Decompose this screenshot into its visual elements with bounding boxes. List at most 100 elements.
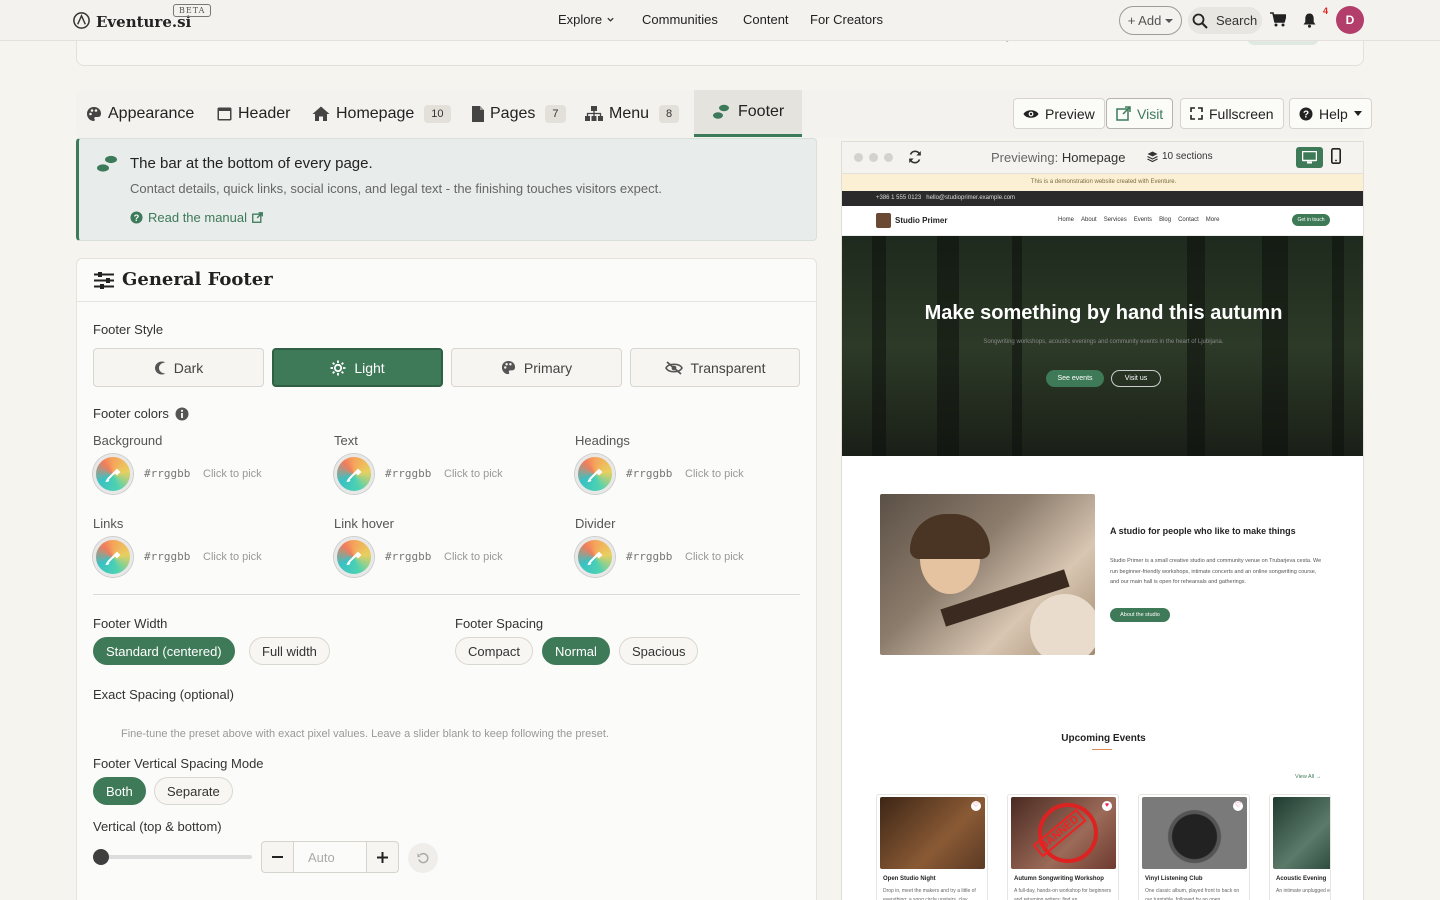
color-link-hover-pick[interactable]: Click to pick bbox=[444, 551, 503, 563]
color-text-hex[interactable]: #rrggbb bbox=[385, 467, 431, 480]
width-full-button[interactable]: Full width bbox=[249, 637, 330, 665]
footer-info-card: The bar at the bottom of every page. Con… bbox=[76, 138, 817, 241]
event-card[interactable]: ♡ Vinyl Listening Club One classic album… bbox=[1138, 794, 1250, 900]
event-title: Acoustic Evening bbox=[1276, 876, 1327, 882]
visit-us-button[interactable]: Visit us bbox=[1111, 370, 1161, 387]
decrement-button[interactable] bbox=[262, 842, 293, 872]
reset-button[interactable] bbox=[408, 843, 438, 873]
read-manual-link[interactable]: ? Read the manual bbox=[130, 210, 263, 225]
tab-pages-label: Pages bbox=[490, 104, 536, 122]
mobile-view-button[interactable] bbox=[1331, 148, 1341, 164]
color-divider-hex[interactable]: #rrggbb bbox=[626, 550, 672, 563]
color-headings-pick[interactable]: Click to pick bbox=[685, 468, 744, 480]
help-button[interactable]: ? Help bbox=[1289, 98, 1372, 129]
view-all-link[interactable]: View All → bbox=[1295, 774, 1321, 780]
about-button[interactable]: About the studio bbox=[1110, 608, 1170, 622]
card-header: General Footer bbox=[77, 259, 816, 302]
sitemap-icon bbox=[585, 106, 603, 121]
nav-communities[interactable]: Communities bbox=[642, 12, 718, 27]
minus-icon bbox=[272, 856, 283, 858]
style-transparent-label: Transparent bbox=[690, 359, 766, 376]
spacing-compact-button[interactable]: Compact bbox=[455, 637, 534, 665]
heart-icon[interactable]: ♥ bbox=[1102, 801, 1112, 811]
site-menu-item[interactable]: Services bbox=[1104, 217, 1127, 223]
about-image bbox=[880, 494, 1095, 655]
site-menu-item[interactable]: Blog bbox=[1159, 217, 1171, 223]
color-background-pick[interactable]: Click to pick bbox=[203, 468, 262, 480]
hero-section: Make something by hand this autumn Songw… bbox=[842, 236, 1363, 456]
tab-appearance[interactable]: Appearance bbox=[86, 90, 194, 137]
window-dot-icon bbox=[884, 153, 893, 162]
color-links-pick[interactable]: Click to pick bbox=[203, 551, 262, 563]
event-card[interactable]: BANNED ♥ Autumn Songwriting Workshop A f… bbox=[1007, 794, 1119, 900]
color-headings-swatch[interactable] bbox=[575, 454, 615, 494]
increment-button[interactable] bbox=[367, 842, 398, 872]
spacing-normal-button[interactable]: Normal bbox=[542, 637, 610, 665]
style-dark-button[interactable]: Dark bbox=[93, 348, 264, 387]
event-card[interactable]: ♡ Open Studio Night Drop in, meet the ma… bbox=[876, 794, 988, 900]
vertical-value-input[interactable]: Auto bbox=[293, 842, 367, 872]
footprints-icon bbox=[712, 104, 732, 120]
vertical-slider[interactable] bbox=[97, 855, 252, 859]
color-link-hover-hex[interactable]: #rrggbb bbox=[385, 550, 431, 563]
cart-icon[interactable] bbox=[1270, 12, 1286, 27]
event-description: A full-day, hands-on workshop for beginn… bbox=[1014, 888, 1112, 900]
tab-pages[interactable]: Pages 7 bbox=[472, 90, 566, 137]
site-menu-item[interactable]: More bbox=[1206, 217, 1220, 223]
refresh-icon[interactable] bbox=[908, 150, 922, 164]
visit-button[interactable]: Visit bbox=[1106, 98, 1174, 129]
nav-explore[interactable]: Explore bbox=[558, 12, 615, 27]
event-card[interactable]: Acoustic Evening An intimate unplugged e… bbox=[1269, 794, 1331, 900]
avatar[interactable]: D bbox=[1336, 6, 1364, 34]
get-in-touch-button[interactable]: Get in touch bbox=[1292, 214, 1330, 226]
event-image bbox=[1273, 797, 1330, 869]
color-links-swatch[interactable] bbox=[93, 537, 133, 577]
vmode-both-button[interactable]: Both bbox=[93, 777, 146, 805]
eyedropper-icon bbox=[587, 466, 603, 482]
footer-style-label: Footer Style bbox=[93, 322, 164, 337]
style-light-button[interactable]: Light bbox=[272, 348, 443, 387]
color-headings-hex[interactable]: #rrggbb bbox=[626, 467, 672, 480]
svg-text:?: ? bbox=[134, 213, 140, 223]
expand-icon bbox=[1190, 107, 1203, 120]
desktop-view-button[interactable] bbox=[1296, 147, 1323, 168]
preview-button[interactable]: Preview bbox=[1013, 98, 1105, 129]
bell-icon[interactable] bbox=[1303, 13, 1316, 28]
color-link-hover-swatch[interactable] bbox=[334, 537, 374, 577]
color-background-swatch[interactable] bbox=[93, 454, 133, 494]
see-events-button[interactable]: See events bbox=[1046, 370, 1104, 387]
color-background-hex[interactable]: #rrggbb bbox=[144, 467, 190, 480]
tab-homepage[interactable]: Homepage 10 bbox=[312, 90, 451, 137]
nav-for-creators[interactable]: For Creators bbox=[810, 12, 883, 27]
vmode-separate-button[interactable]: Separate bbox=[154, 777, 233, 805]
color-text-pick[interactable]: Click to pick bbox=[444, 468, 503, 480]
info-circle-icon[interactable] bbox=[175, 407, 189, 421]
color-divider-swatch[interactable] bbox=[575, 537, 615, 577]
site-logo-icon bbox=[876, 213, 891, 228]
event-title: Autumn Songwriting Workshop bbox=[1014, 876, 1104, 882]
color-links-hex[interactable]: #rrggbb bbox=[144, 550, 190, 563]
site-menu-item[interactable]: Events bbox=[1134, 217, 1152, 223]
tab-footer[interactable]: Footer bbox=[694, 90, 803, 137]
color-divider-pick[interactable]: Click to pick bbox=[685, 551, 744, 563]
style-primary-button[interactable]: Primary bbox=[451, 348, 622, 387]
site-menu-item[interactable]: About bbox=[1081, 217, 1097, 223]
tab-menu[interactable]: Menu 8 bbox=[585, 90, 680, 137]
tab-header[interactable]: Header bbox=[217, 90, 290, 137]
style-transparent-button[interactable]: Transparent bbox=[630, 348, 800, 387]
plus-icon bbox=[377, 851, 388, 863]
site-menu-item[interactable]: Home bbox=[1058, 217, 1074, 223]
spacing-spacious-button[interactable]: Spacious bbox=[619, 637, 699, 665]
site-menu-item[interactable]: Contact bbox=[1178, 217, 1199, 223]
color-text-swatch[interactable] bbox=[334, 454, 374, 494]
info-title: The bar at the bottom of every page. bbox=[130, 155, 373, 172]
menu-count-badge: 8 bbox=[659, 104, 680, 123]
vertical-slider-handle[interactable] bbox=[93, 849, 109, 865]
add-button[interactable]: + Add bbox=[1119, 6, 1182, 35]
nav-content[interactable]: Content bbox=[743, 12, 789, 27]
fullscreen-button[interactable]: Fullscreen bbox=[1180, 98, 1284, 129]
search-button[interactable]: Search bbox=[1188, 7, 1262, 34]
width-standard-button[interactable]: Standard (centered) bbox=[93, 637, 235, 665]
heart-icon[interactable]: ♡ bbox=[1233, 801, 1243, 811]
heart-icon[interactable]: ♡ bbox=[971, 801, 981, 811]
